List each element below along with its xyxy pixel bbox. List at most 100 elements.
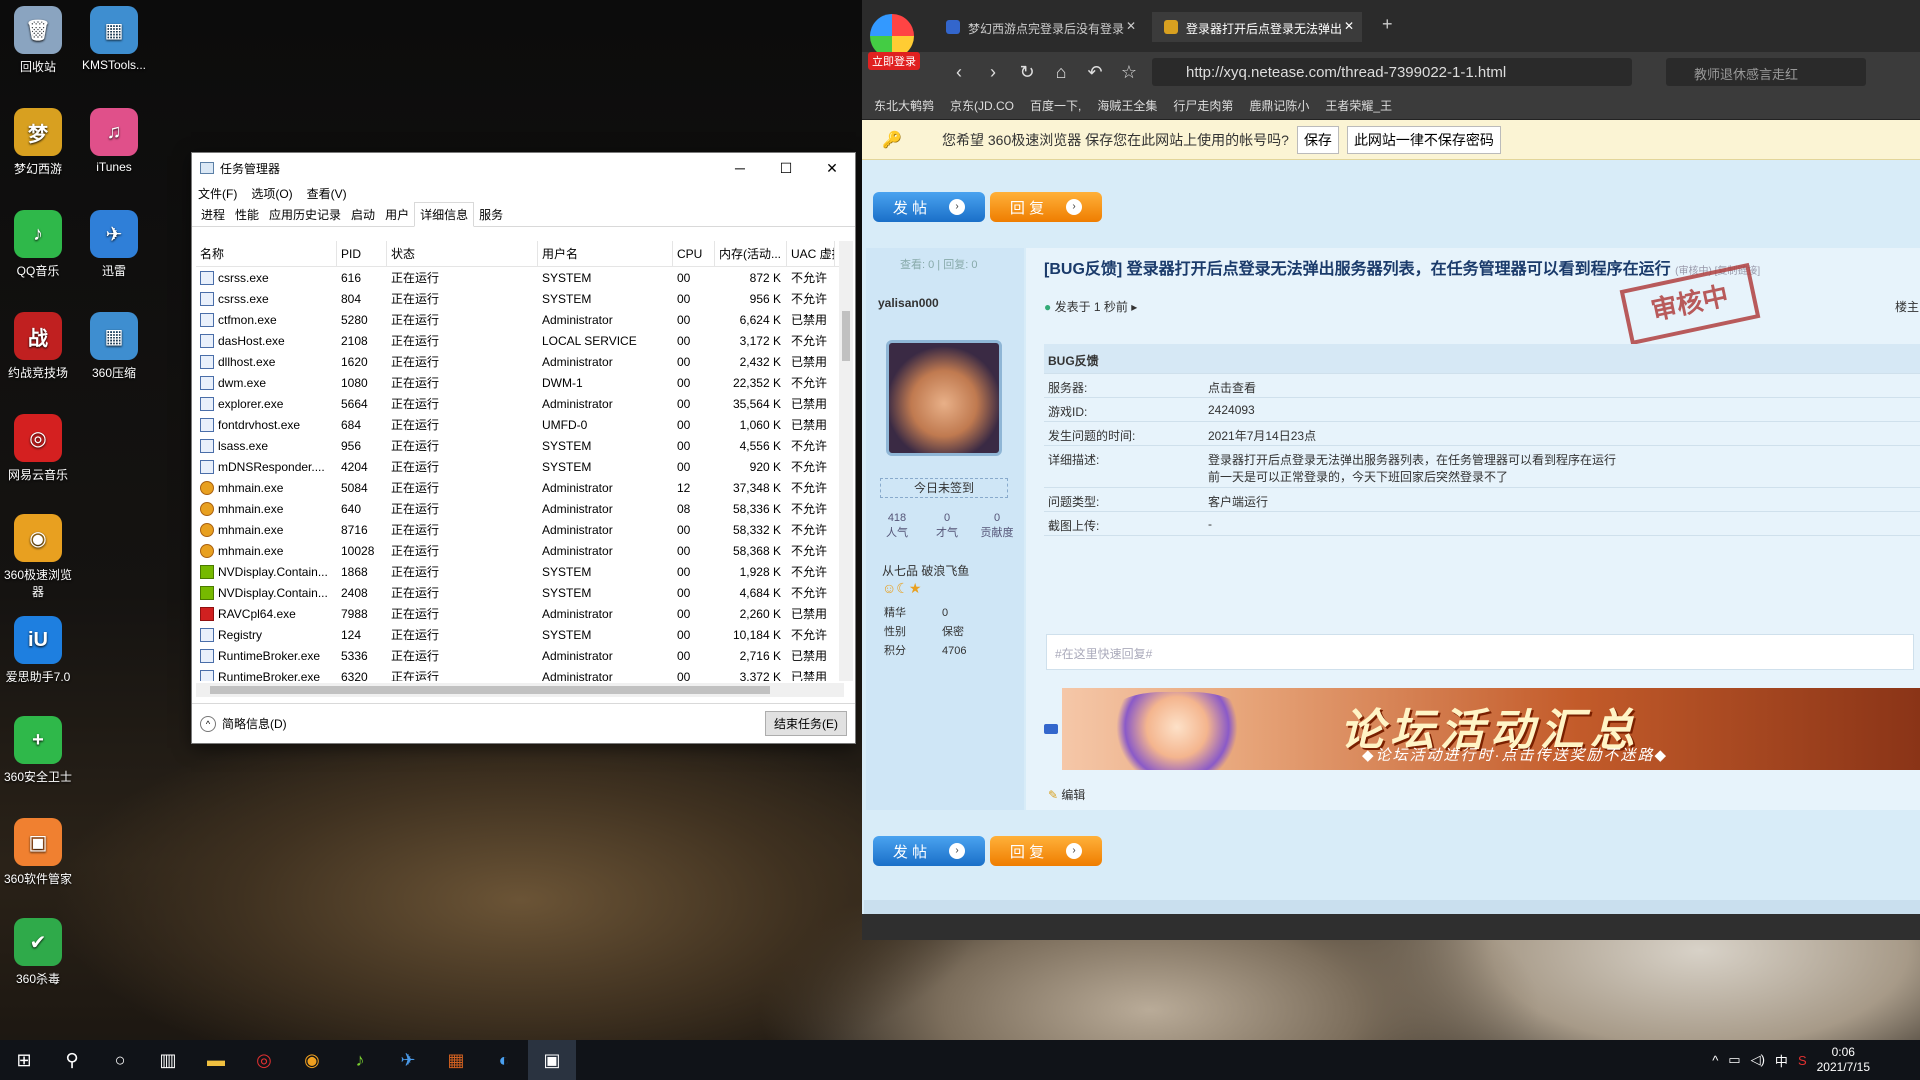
tab-processes[interactable]: 进程: [196, 203, 230, 226]
new-post-button[interactable]: 发 帖 ›: [873, 836, 985, 866]
tab-services[interactable]: 服务: [474, 203, 508, 226]
desktop-icon[interactable]: ♪ QQ音乐: [0, 210, 76, 279]
desktop-icon[interactable]: ♫ iTunes: [76, 108, 152, 174]
reply-button[interactable]: 回 复 ›: [990, 192, 1102, 222]
desktop-icon[interactable]: ▦ 360压缩: [76, 312, 152, 381]
address-bar[interactable]: http://xyq.netease.com/thread-7399022-1-…: [1152, 58, 1632, 86]
forward-icon[interactable]: ›: [976, 62, 1010, 83]
column-header-status[interactable]: 状态: [387, 241, 538, 267]
bookmark-item[interactable]: 鹿鼎记陈小: [1249, 97, 1309, 114]
bookmark-item[interactable]: 东北大鹌鹑: [874, 97, 934, 114]
column-header-pid[interactable]: PID: [337, 241, 387, 267]
author-name[interactable]: yalisan000: [878, 296, 939, 310]
column-header-uac[interactable]: UAC 虚拟: [787, 241, 835, 267]
table-row[interactable]: mhmain.exe 8716 正在运行 Administrator 00 58,332 …: [196, 519, 846, 540]
minimize-button[interactable]: ─: [717, 160, 763, 177]
home-icon[interactable]: ⌂: [1044, 62, 1078, 83]
edit-link[interactable]: ✎ 编辑: [1048, 786, 1085, 803]
table-row[interactable]: Registry 124 正在运行 SYSTEM 00 10,184 K 不允许: [196, 624, 846, 645]
table-row[interactable]: fontdrvhost.exe 684 正在运行 UMFD-0 00 1,060 K 已禁用: [196, 414, 846, 435]
desktop-icon[interactable]: ✔ 360杀毒: [0, 918, 76, 987]
desktop-icon[interactable]: ▣ 360软件管家: [0, 818, 76, 887]
360-browser-icon[interactable]: ◉: [288, 1040, 336, 1080]
clock[interactable]: 0:06 2021/7/15: [1817, 1045, 1870, 1075]
search-icon[interactable]: ⚲: [48, 1040, 96, 1080]
save-password-button[interactable]: 保存: [1296, 125, 1339, 154]
fewer-details-link[interactable]: 简略信息(D): [222, 715, 287, 732]
task-manager-taskbar-icon[interactable]: ▣: [528, 1040, 576, 1080]
bookmark-item[interactable]: 百度一下,: [1030, 97, 1081, 114]
desktop-icon[interactable]: ✈ 迅雷: [76, 210, 152, 279]
desktop-icon[interactable]: ◉ 360极速浏览器: [0, 514, 76, 600]
close-tab-icon[interactable]: ✕: [1344, 19, 1354, 33]
reload-icon[interactable]: ↻: [1010, 62, 1044, 83]
table-row[interactable]: RuntimeBroker.exe 5336 正在运行 Administrator 00…: [196, 645, 846, 666]
quick-reply-input[interactable]: #在这里快速回复#: [1046, 634, 1914, 670]
search-input[interactable]: 教师退休感言走红: [1666, 58, 1866, 86]
maximize-button[interactable]: ☐: [763, 160, 809, 177]
close-tab-icon[interactable]: ✕: [1126, 19, 1136, 33]
qq-music-icon[interactable]: ♪: [336, 1040, 384, 1080]
table-row[interactable]: dllhost.exe 1620 正在运行 Administrator 00 2,432 …: [196, 351, 846, 372]
chevron-up-icon[interactable]: ^: [200, 715, 216, 732]
bookmark-item[interactable]: 行尸走肉第: [1173, 97, 1233, 114]
task-manager-titlebar[interactable]: 任务管理器 ─ ☐ ✕: [192, 153, 855, 183]
task-view-icon[interactable]: ▥: [144, 1040, 192, 1080]
scroll-thumb[interactable]: [842, 311, 850, 361]
reply-button[interactable]: 回 复 ›: [990, 836, 1102, 866]
table-row[interactable]: RuntimeBroker.exe 6320 正在运行 Administrator 00…: [196, 666, 846, 681]
table-row[interactable]: NVDisplay.Contain... 1868 正在运行 SYSTEM 00 1,92…: [196, 561, 846, 582]
netease-music-icon[interactable]: ◎: [240, 1040, 288, 1080]
horizontal-scrollbar[interactable]: [196, 683, 844, 697]
browser-tab[interactable]: 梦幻西游点完登录后没有登录 ✕: [934, 12, 1144, 42]
tab-users[interactable]: 用户: [380, 203, 414, 226]
table-row[interactable]: dwm.exe 1080 正在运行 DWM-1 00 22,352 K 不允许: [196, 372, 846, 393]
game-icon[interactable]: ▦: [432, 1040, 480, 1080]
menu-file[interactable]: 文件(F): [198, 185, 237, 202]
table-row[interactable]: lsass.exe 956 正在运行 SYSTEM 00 4,556 K 不允许: [196, 435, 846, 456]
page-horizontal-scrollbar[interactable]: [864, 900, 1920, 914]
scroll-thumb[interactable]: [210, 686, 770, 694]
new-post-button[interactable]: 发 帖 ›: [873, 192, 985, 222]
ime-indicator[interactable]: 中: [1775, 1051, 1788, 1070]
avatar[interactable]: [886, 340, 1002, 456]
menu-options[interactable]: 选项(O): [251, 185, 292, 202]
table-row[interactable]: explorer.exe 5664 正在运行 Administrator 00 35,56…: [196, 393, 846, 414]
column-header-cpu[interactable]: CPU: [673, 241, 715, 267]
undo-icon[interactable]: ↶: [1078, 62, 1112, 83]
network-icon[interactable]: ▭: [1728, 1052, 1740, 1068]
tab-details[interactable]: 详细信息: [414, 202, 475, 227]
chevron-up-icon[interactable]: ^: [1712, 1053, 1718, 1068]
start-windows-icon[interactable]: ⊞: [0, 1040, 48, 1080]
tab-performance[interactable]: 性能: [230, 203, 264, 226]
table-row[interactable]: csrss.exe 616 正在运行 SYSTEM 00 872 K 不允许: [196, 267, 846, 288]
tab-startup[interactable]: 启动: [346, 203, 380, 226]
desktop-icon[interactable]: 战约战竞技场: [0, 312, 76, 381]
table-row[interactable]: RAVCpl64.exe 7988 正在运行 Administrator 00 2,260…: [196, 603, 846, 624]
cortana-icon[interactable]: ○: [96, 1040, 144, 1080]
desktop-icon[interactable]: iU 爱思助手7.0: [0, 616, 76, 685]
vertical-scrollbar[interactable]: [839, 241, 853, 681]
app-icon[interactable]: ◐: [480, 1040, 528, 1080]
table-row[interactable]: mhmain.exe 10028 正在运行 Administrator 00 58,368…: [196, 540, 846, 561]
field-value[interactable]: 点击查看: [1208, 379, 1256, 396]
table-row[interactable]: mhmain.exe 640 正在运行 Administrator 08 58,336 K…: [196, 498, 846, 519]
volume-icon[interactable]: ◁): [1751, 1052, 1765, 1068]
sogou-icon[interactable]: S: [1798, 1053, 1807, 1068]
thunder-icon[interactable]: ✈: [384, 1040, 432, 1080]
bookmark-item[interactable]: 海贼王全集: [1097, 97, 1157, 114]
column-header-memory[interactable]: 内存(活动...: [715, 241, 787, 267]
desktop-icon[interactable]: +360安全卫士: [0, 716, 76, 785]
bookmark-item[interactable]: 京东(JD.CO: [950, 97, 1014, 114]
bookmark-item[interactable]: 王者荣耀_王: [1325, 97, 1392, 114]
desktop-icon[interactable]: ▦ KMSTools...: [76, 6, 152, 72]
checkin-badge[interactable]: 今日未签到: [880, 478, 1008, 498]
file-explorer-icon[interactable]: ▬: [192, 1040, 240, 1080]
back-icon[interactable]: ‹: [942, 62, 976, 83]
browser-tab-active[interactable]: 登录器打开后点登录无法弹出 ✕: [1152, 12, 1362, 42]
column-header-user[interactable]: 用户名: [538, 241, 673, 267]
table-row[interactable]: NVDisplay.Contain... 2408 正在运行 SYSTEM 00 4,68…: [196, 582, 846, 603]
table-row[interactable]: csrss.exe 804 正在运行 SYSTEM 00 956 K 不允许: [196, 288, 846, 309]
table-row[interactable]: mhmain.exe 5084 正在运行 Administrator 12 37,348 …: [196, 477, 846, 498]
star-icon[interactable]: ☆: [1112, 62, 1146, 83]
